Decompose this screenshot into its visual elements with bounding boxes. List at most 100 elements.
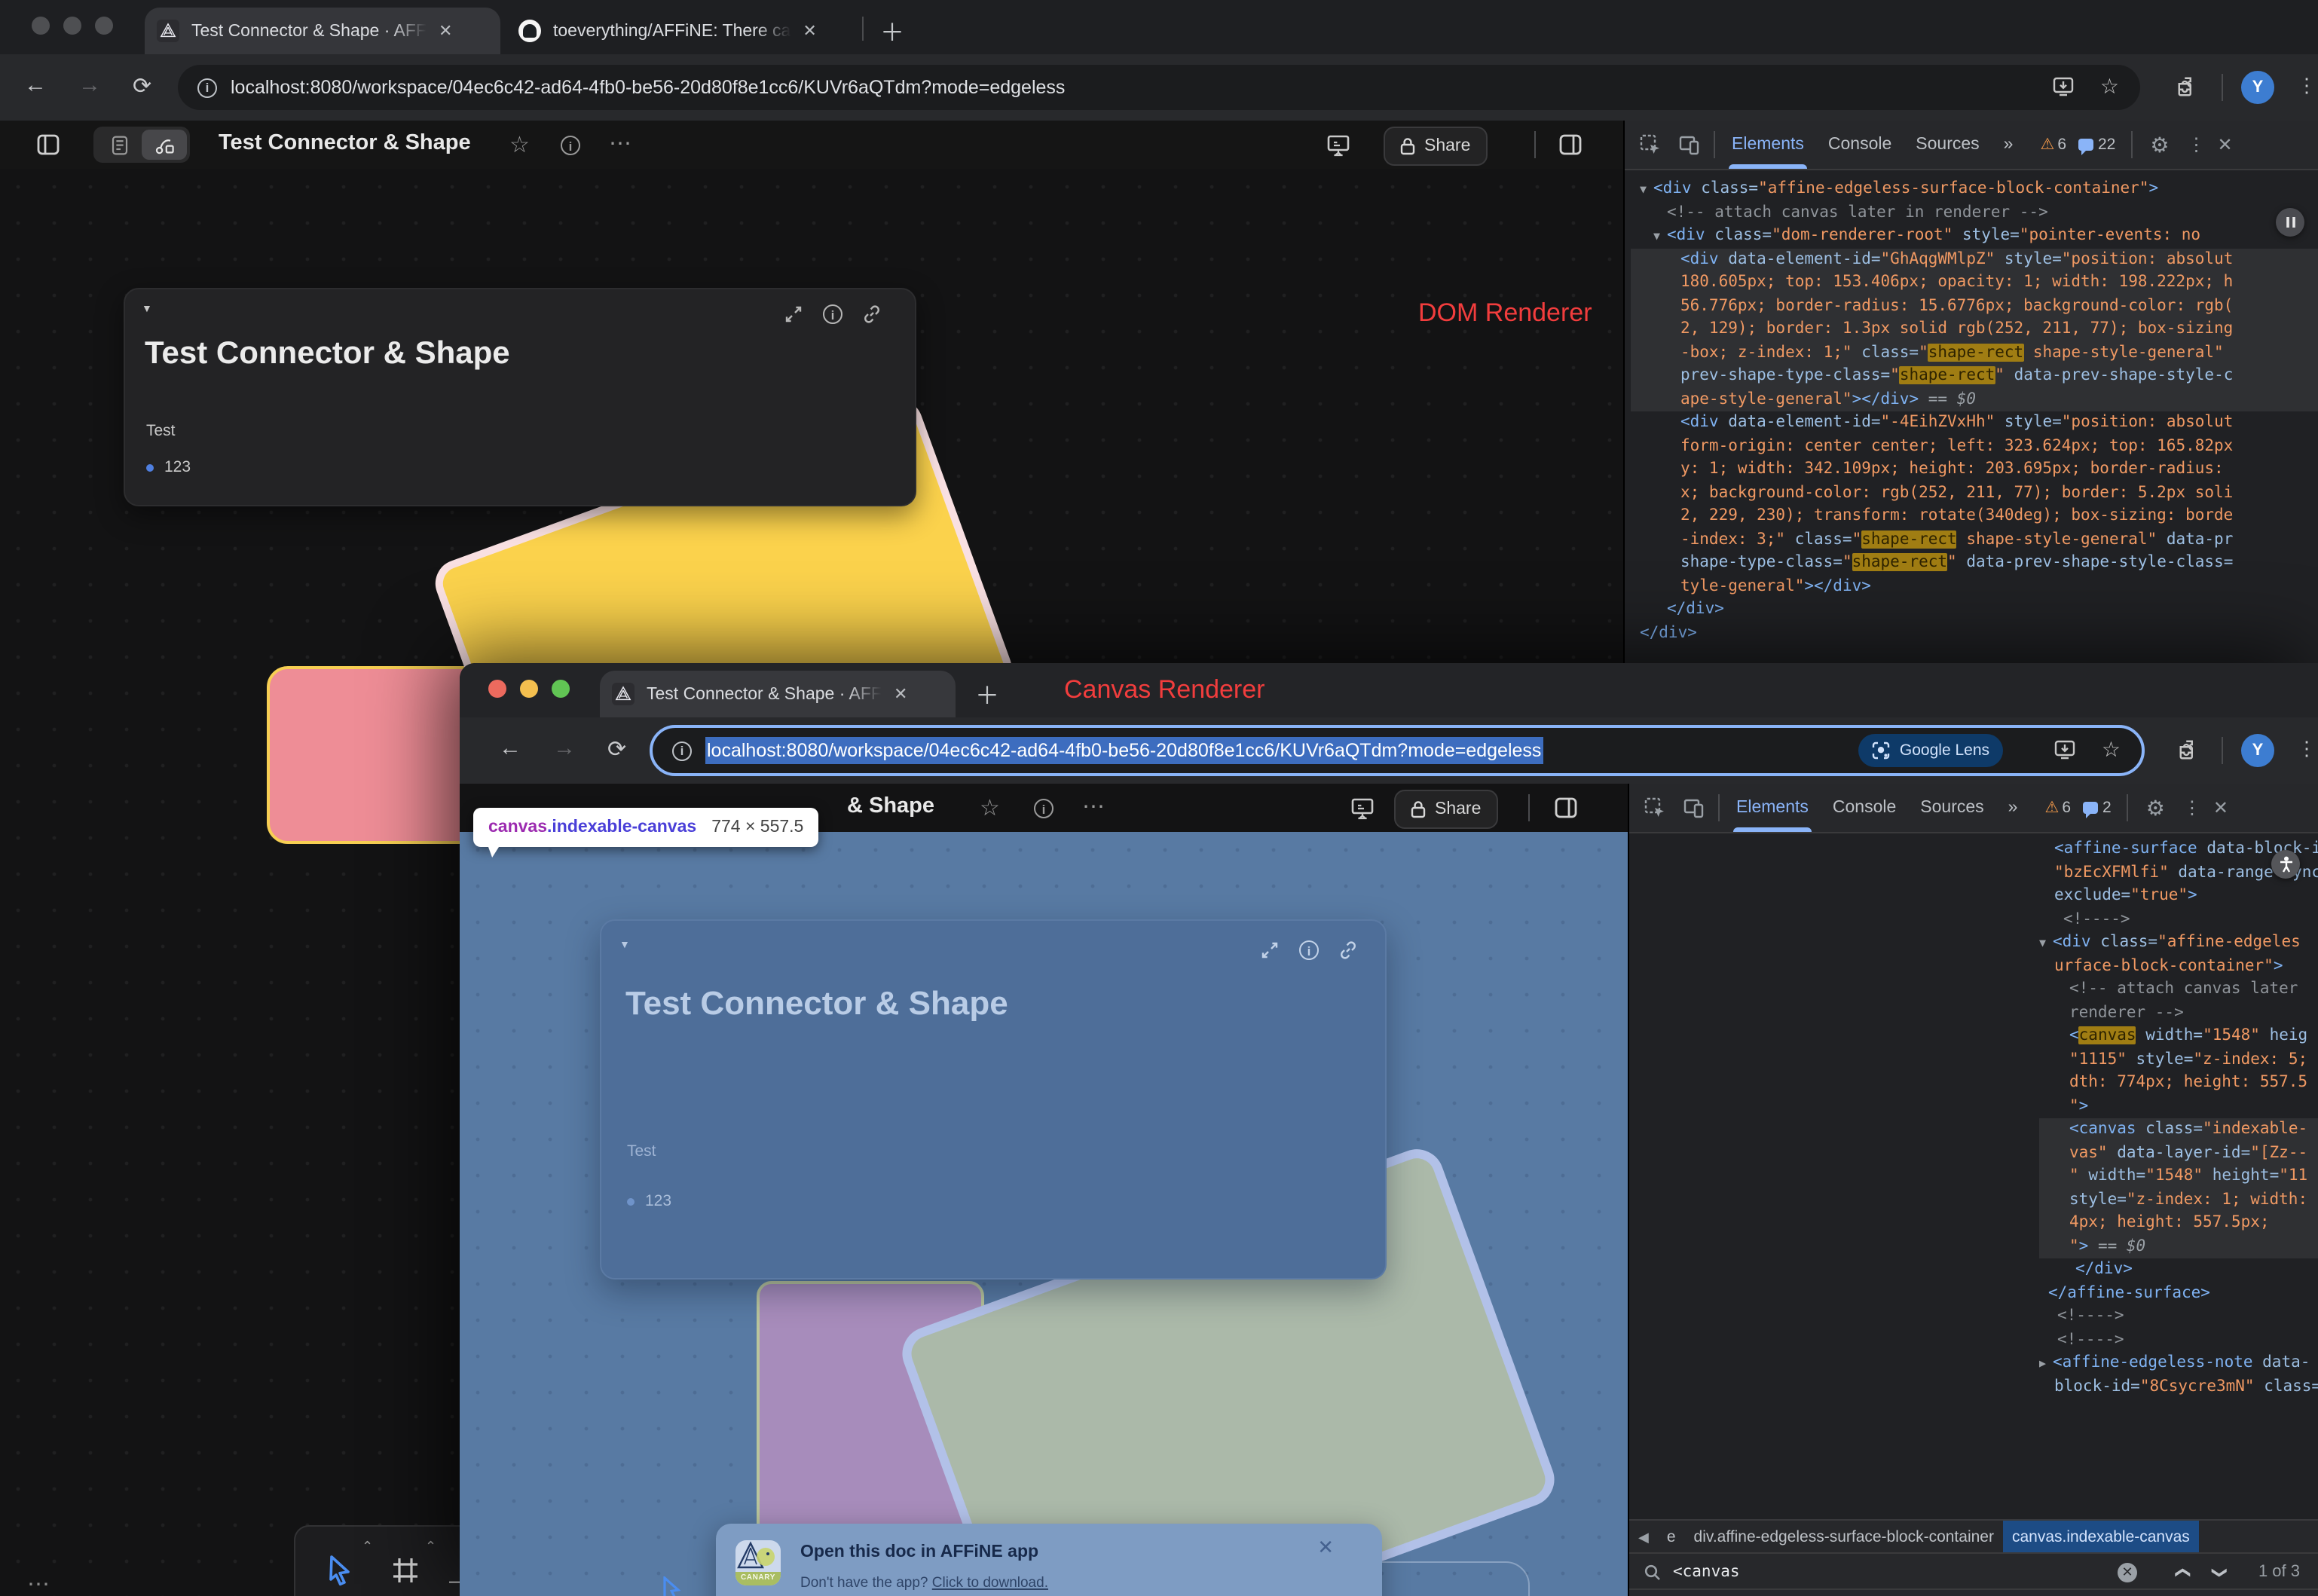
devtools-2-code[interactable]: <affine-surface data-block-i"bzEcXFMlfi"… <box>2039 838 2318 1399</box>
styles-more-tabs-icon[interactable]: » <box>2185 1590 2219 1596</box>
reload-icon[interactable]: ⟳ <box>607 735 626 763</box>
sidebar-toggle-icon[interactable] <box>36 133 60 157</box>
devtools-close-icon[interactable]: ✕ <box>2215 134 2236 155</box>
site-info-icon[interactable]: i <box>197 78 217 97</box>
close-traffic-light[interactable] <box>488 680 506 698</box>
right-panel-toggle-icon[interactable] <box>1558 133 1583 157</box>
more-menu-icon[interactable]: ⋯ <box>1082 793 1105 820</box>
profile-avatar[interactable]: Y <box>2241 71 2274 104</box>
devtools-tab-console[interactable]: Console <box>1816 121 1904 169</box>
tab-dom-breakpoints[interactable]: DOM Breakpoints <box>2024 1590 2185 1596</box>
accessibility-overlay-icon[interactable] <box>2271 850 2300 879</box>
note-link-icon[interactable] <box>1338 940 1358 960</box>
breadcrumb-item[interactable]: e <box>1658 1528 1685 1546</box>
frame-tool-icon[interactable] <box>392 1557 419 1584</box>
devtools-more-tabs-icon[interactable]: » <box>1992 121 2026 169</box>
window-more-icon[interactable]: ⋯ <box>27 1570 50 1596</box>
site-info-icon[interactable]: i <box>672 741 692 760</box>
tab-computed[interactable]: Computed <box>1701 1590 1805 1596</box>
edgeless-canvas-2-highlighted[interactable]: ▼ i Test Connector & Shape Test 123 CANA… <box>460 832 1628 1596</box>
bookmark-star-icon[interactable]: ☆ <box>2100 74 2119 99</box>
search-next-icon[interactable]: ❯ <box>2210 1566 2227 1579</box>
right-panel-toggle-icon[interactable] <box>1554 796 1578 820</box>
inspect-element-icon[interactable] <box>1635 797 1674 818</box>
device-toolbar-icon[interactable] <box>1674 797 1714 818</box>
pause-overlay-icon[interactable] <box>2276 208 2304 237</box>
devtools-tab-elements[interactable]: Elements <box>1720 121 1816 169</box>
install-app-icon[interactable] <box>2053 77 2074 96</box>
breadcrumb-item[interactable]: div.affine-edgeless-surface-block-contai… <box>1685 1528 2003 1546</box>
tab-close-icon[interactable]: ✕ <box>803 21 816 41</box>
devtools-settings-icon[interactable]: ⚙ <box>2141 132 2178 157</box>
devtools-close-icon[interactable]: ✕ <box>2210 797 2231 818</box>
address-bar[interactable]: i localhost:8080/workspace/04ec6c42-ad64… <box>178 65 2140 110</box>
favorite-star-icon[interactable]: ☆ <box>509 131 530 158</box>
search-query[interactable]: <canvas <box>1673 1563 1740 1581</box>
minimize-traffic-light[interactable] <box>63 17 81 35</box>
banner-close-icon[interactable]: ✕ <box>1317 1536 1334 1560</box>
share-button[interactable]: Share <box>1394 790 1497 829</box>
reload-icon[interactable]: ⟳ <box>133 72 151 99</box>
new-tab-button[interactable]: ＋ <box>880 12 904 48</box>
select-tool-icon[interactable] <box>326 1554 356 1587</box>
tool-dash-icon[interactable]: – <box>449 1569 460 1591</box>
share-button[interactable]: Share <box>1384 127 1487 166</box>
forward-icon[interactable]: → <box>78 72 101 98</box>
install-app-icon[interactable] <box>2054 740 2075 760</box>
tab-affine[interactable]: Test Connector & Shape · AFF ✕ <box>145 8 500 54</box>
extensions-icon[interactable] <box>2176 75 2199 98</box>
back-icon[interactable]: ← <box>499 735 521 761</box>
present-icon[interactable] <box>1350 796 1375 820</box>
zoom-traffic-light[interactable] <box>552 680 570 698</box>
profile-avatar[interactable]: Y <box>2241 734 2274 767</box>
address-bar-focused[interactable]: i localhost:8080/workspace/04ec6c42-ad64… <box>653 728 2142 773</box>
doc-info-icon[interactable]: i <box>1034 799 1053 818</box>
note-card[interactable]: ▼ i Test Connector & Shape Test 123 <box>600 919 1387 1280</box>
device-toolbar-icon[interactable] <box>1670 134 1709 155</box>
note-collapse-icon[interactable]: ▼ <box>142 304 152 315</box>
devtools-tab-sources[interactable]: Sources <box>1904 121 1991 169</box>
devtools-menu-icon[interactable]: ⋮ <box>2174 797 2210 818</box>
devtools-settings-icon[interactable]: ⚙ <box>2137 795 2174 821</box>
tab-layout[interactable]: Layout <box>1805 1590 1881 1596</box>
tab-styles[interactable]: Styles <box>1629 1590 1701 1596</box>
note-link-icon[interactable] <box>862 304 882 324</box>
devtools-more-tabs-icon[interactable]: » <box>1996 784 2030 832</box>
zoom-traffic-light[interactable] <box>95 17 113 35</box>
tab-close-icon[interactable]: ✕ <box>894 684 907 704</box>
page-mode-icon[interactable] <box>96 130 142 160</box>
note-info-icon[interactable]: i <box>823 304 842 324</box>
tab-close-icon[interactable]: ✕ <box>439 21 452 41</box>
tab-affine[interactable]: Test Connector & Shape · AFF ✕ <box>600 671 956 717</box>
new-tab-button[interactable]: ＋ <box>975 675 999 711</box>
devtools-tab-console[interactable]: Console <box>1821 784 1908 832</box>
more-menu-icon[interactable]: ⋯ <box>609 130 631 157</box>
google-lens-button[interactable]: Google Lens <box>1859 734 2003 767</box>
devtools-warnings-badge[interactable]: ⚠6 <box>2040 136 2066 154</box>
browser-menu-icon[interactable]: ⋮ <box>2297 74 2316 98</box>
close-traffic-light[interactable] <box>32 17 50 35</box>
devtools-warnings-badge[interactable]: ⚠6 <box>2044 799 2071 817</box>
devtools-issues-badge[interactable]: 2 <box>2083 799 2112 817</box>
search-clear-icon[interactable]: ✕ <box>2118 1562 2137 1582</box>
bookmark-star-icon[interactable]: ☆ <box>2102 737 2121 763</box>
present-icon[interactable] <box>1326 133 1350 157</box>
note-card[interactable]: ▼ i Test Connector & Shape Test 123 <box>124 288 916 506</box>
devtools-menu-icon[interactable]: ⋮ <box>2179 134 2215 155</box>
download-link[interactable]: Click to download. <box>932 1575 1048 1591</box>
browser-menu-icon[interactable]: ⋮ <box>2297 737 2316 761</box>
favorite-star-icon[interactable]: ☆ <box>980 794 1000 821</box>
inspect-element-icon[interactable] <box>1631 134 1670 155</box>
breadcrumb-scroll-left-icon[interactable]: ◀ <box>1629 1529 1658 1546</box>
edgeless-mode-icon[interactable] <box>142 130 187 160</box>
devtools-tab-elements[interactable]: Elements <box>1724 784 1821 832</box>
devtools-1-code[interactable]: ▼<div class="affine-edgeless-surface-blo… <box>1631 178 2318 645</box>
doc-info-icon[interactable]: i <box>561 136 580 155</box>
note-collapse-icon[interactable]: ▼ <box>619 940 630 951</box>
tab-event-listeners[interactable]: Event Listeners <box>1881 1590 2025 1596</box>
breadcrumb-item-selected[interactable]: canvas.indexable-canvas <box>2003 1521 2199 1554</box>
minimize-traffic-light[interactable] <box>520 680 538 698</box>
note-expand-icon[interactable] <box>1260 940 1280 960</box>
extensions-icon[interactable] <box>2178 738 2200 761</box>
back-icon[interactable]: ← <box>24 72 47 98</box>
